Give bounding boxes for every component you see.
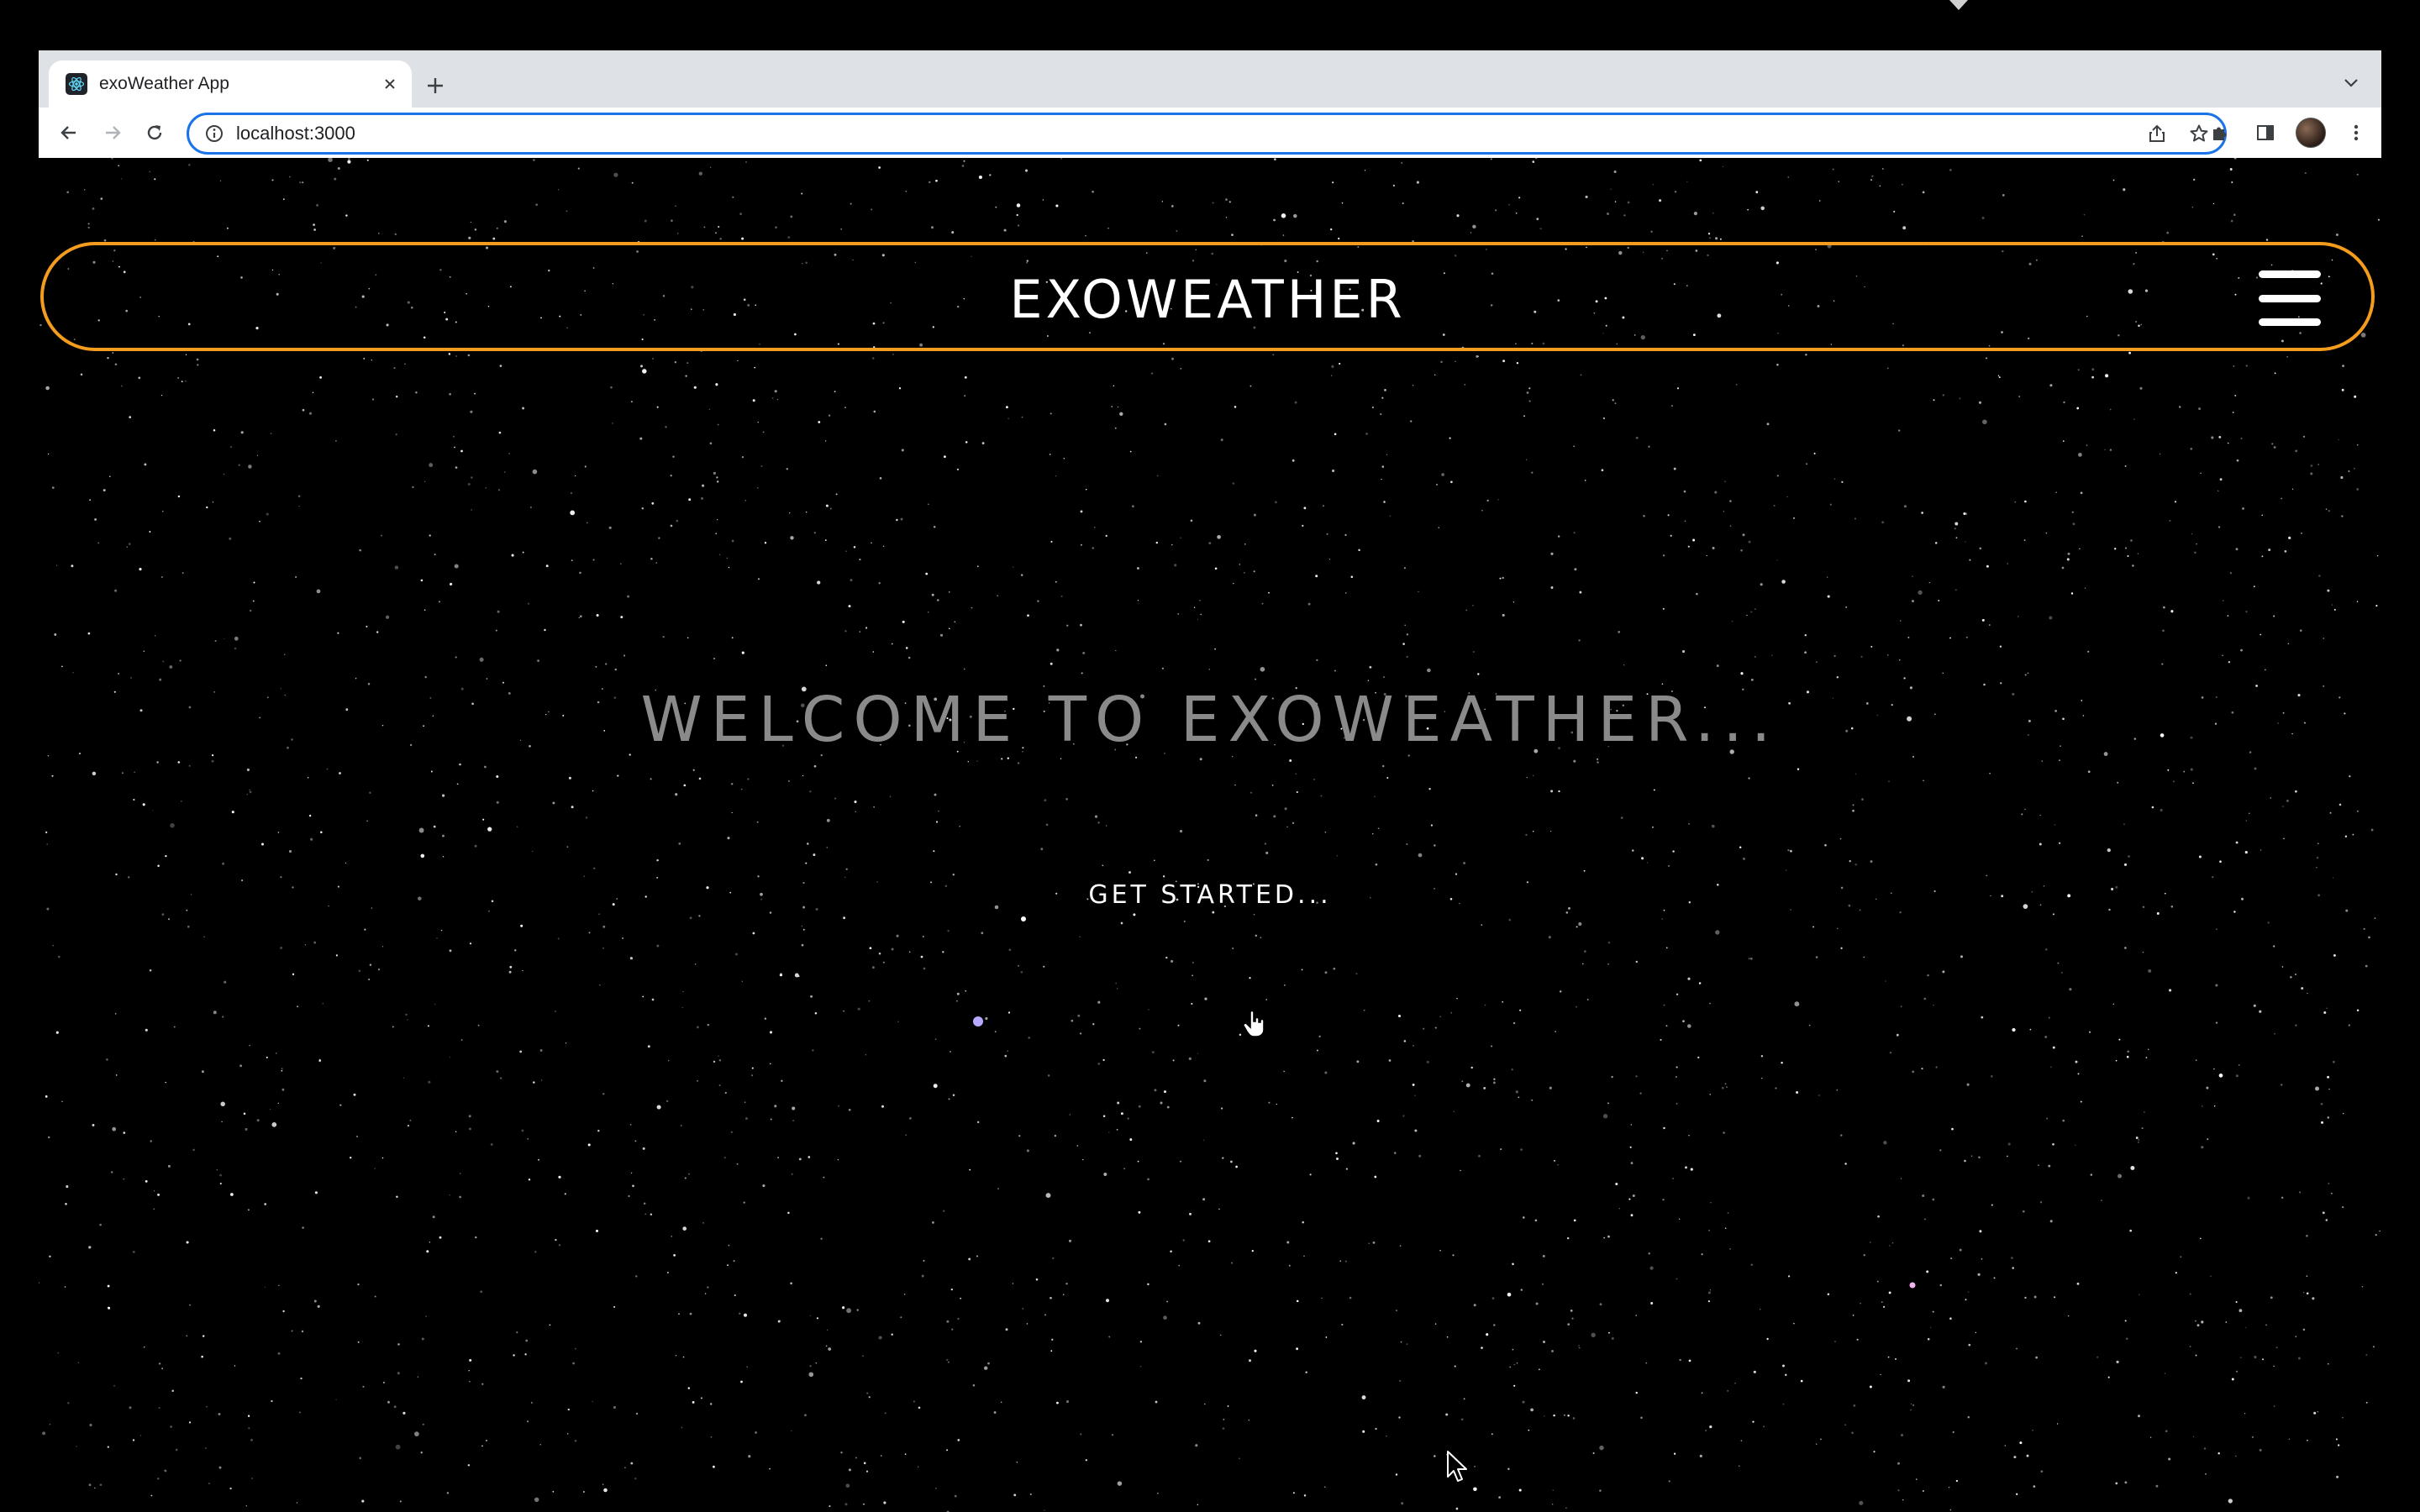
brand-logo[interactable]: EXOWEATHER (44, 270, 2371, 329)
site-info-icon[interactable] (203, 122, 226, 145)
profile-avatar[interactable] (2294, 116, 2328, 150)
address-bar[interactable] (187, 113, 2227, 155)
url-input[interactable] (236, 123, 1917, 144)
reload-icon[interactable] (138, 116, 171, 150)
more-menu-icon[interactable] (2339, 116, 2373, 150)
close-tab-icon[interactable] (376, 71, 403, 97)
hand-pointer-cursor-icon (1243, 1010, 1265, 1037)
tab-strip: exoWeather App (39, 50, 2381, 108)
app-page: EXOWEATHER WELCOME TO EXOWEATHER... GET … (39, 158, 2381, 1512)
share-icon[interactable] (2144, 120, 2170, 147)
browser-toolbar (39, 108, 2381, 159)
welcome-heading: WELCOME TO EXOWEATHER... (640, 684, 1780, 756)
new-tab-icon[interactable] (417, 67, 454, 104)
app-navbar: EXOWEATHER (40, 242, 2375, 351)
avatar (2296, 118, 2326, 148)
tab-search-chevron-down-icon[interactable] (2336, 67, 2366, 97)
back-arrow-icon[interactable] (52, 116, 86, 150)
side-panel-icon[interactable] (2249, 116, 2282, 150)
browser-window: exoWeather App localhost:3000 EXOWEATHER… (39, 50, 2381, 1512)
hamburger-menu-icon[interactable] (2259, 270, 2321, 326)
tab-title: exoWeather App (99, 74, 229, 93)
get-started-button[interactable]: GET STARTED... (1084, 874, 1336, 916)
extensions-puzzle-icon[interactable] (2203, 116, 2237, 150)
starfield-background (39, 158, 2381, 1512)
screen: exoWeather App localhost:3000 EXOWEATHER… (0, 0, 2420, 1512)
hamburger-bar (2259, 270, 2321, 278)
hamburger-bar (2259, 318, 2321, 326)
react-favicon-icon (66, 73, 87, 95)
notch-icon (1949, 0, 1968, 10)
forward-arrow-icon[interactable] (96, 116, 129, 150)
arrow-cursor-icon (1447, 1451, 1467, 1482)
active-tab[interactable]: exoWeather App (49, 60, 412, 108)
hamburger-bar (2259, 294, 2321, 302)
